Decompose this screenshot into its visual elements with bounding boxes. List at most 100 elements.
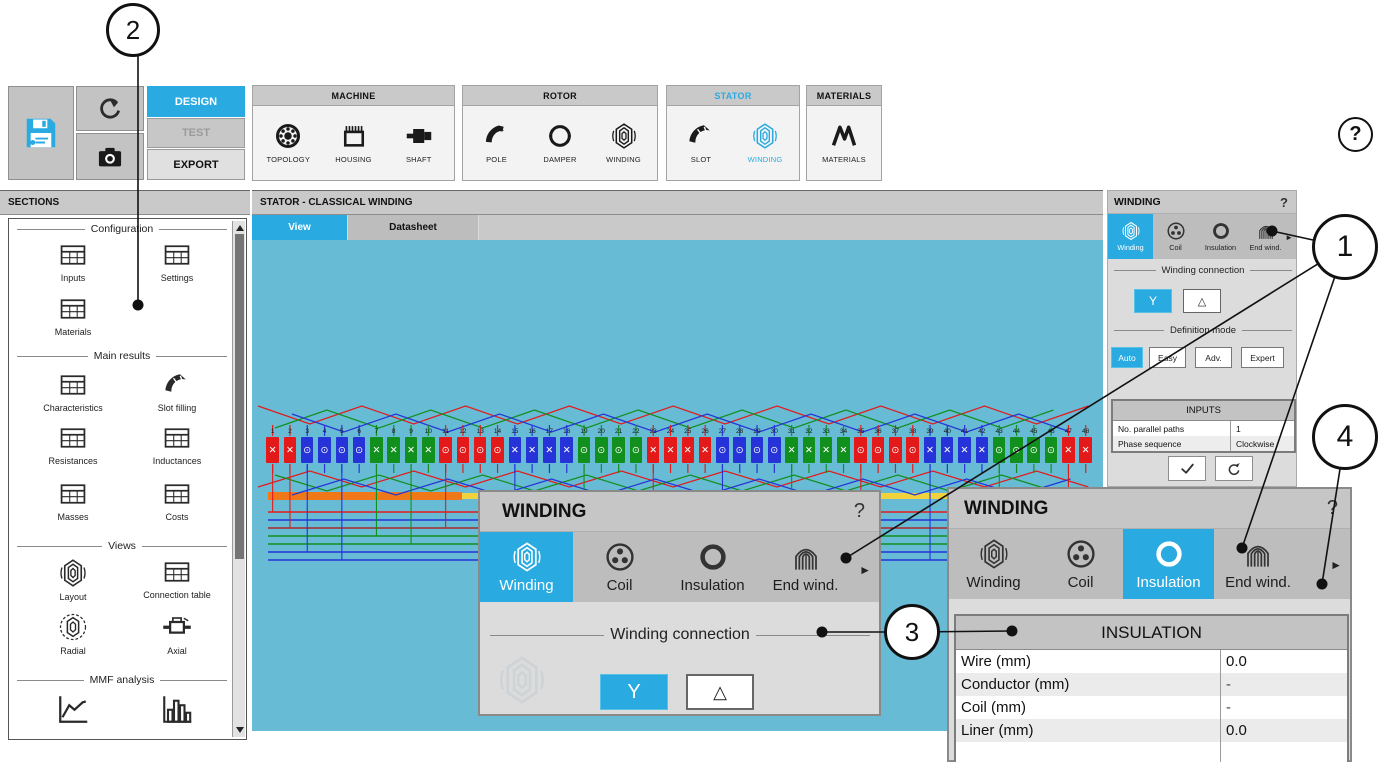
configuration-legend: Configuration: [17, 223, 227, 235]
slot: 33✕: [818, 428, 835, 463]
sidebar-item-resistances[interactable]: Resistances: [31, 424, 115, 466]
slot: 12⊙: [454, 428, 471, 463]
more-tabs-arrow-icon[interactable]: ►: [1285, 234, 1293, 242]
stator-group-title: STATOR: [667, 86, 799, 106]
mode-adv-button[interactable]: Adv.: [1195, 347, 1232, 368]
table-row: Conductor (mm) -: [956, 673, 1347, 696]
housing-button[interactable]: HOUSING: [324, 122, 384, 164]
materials-button[interactable]: MATERIALS: [814, 122, 874, 164]
export-mode-button[interactable]: EXPORT: [147, 149, 245, 180]
phase-sequence-value[interactable]: Clockwise: [1230, 436, 1294, 451]
tab-end-winding[interactable]: End wind.: [1214, 529, 1302, 599]
sidebar-item-slot-filling[interactable]: Slot filling: [135, 371, 219, 413]
definition-mode-legend: Definition mode: [1114, 325, 1292, 336]
sidebar-item-connection-table[interactable]: Connection table: [135, 558, 219, 600]
connection-delta-button[interactable]: △: [686, 674, 754, 710]
more-tabs-arrow-icon[interactable]: ►: [1330, 559, 1342, 571]
sidebar-item-characteristics[interactable]: Characteristics: [31, 371, 115, 413]
sidebar-item-mmf-bar-chart[interactable]: [135, 691, 219, 731]
sidebar-item-layout[interactable]: Layout: [31, 558, 115, 602]
tab-end-winding[interactable]: End wind.: [759, 532, 852, 602]
parallel-paths-value[interactable]: 1: [1230, 421, 1294, 436]
mode-expert-button[interactable]: Expert: [1241, 347, 1284, 368]
test-mode-button[interactable]: TEST: [147, 118, 245, 148]
design-mode-button[interactable]: DESIGN: [147, 86, 245, 117]
pole-button[interactable]: POLE: [467, 122, 527, 164]
sidebar-scrollbar[interactable]: [232, 221, 245, 737]
winding-slot-row: 1✕2✕3⊙4⊙5⊙6⊙7✕8✕9✕10✕11⊙12⊙13⊙14⊙15✕16✕1…: [264, 428, 1094, 463]
tab-insulation[interactable]: Insulation: [1123, 529, 1214, 599]
rotor-winding-button[interactable]: WINDING: [594, 122, 654, 164]
slot: 42✕: [973, 428, 990, 463]
help-button[interactable]: ?: [1338, 117, 1373, 152]
damper-button[interactable]: DAMPER: [530, 122, 590, 164]
liner-insulation-value[interactable]: 0.0: [1220, 719, 1347, 742]
line-chart-icon: [55, 691, 91, 727]
tab-winding[interactable]: Winding: [1108, 214, 1153, 259]
winding-panel: WINDING ? Winding Coil Insulation End wi…: [1107, 190, 1297, 487]
machine-group-title: MACHINE: [253, 86, 454, 106]
table-row: Coil (mm) -: [956, 696, 1347, 719]
topology-button[interactable]: TOPOLOGY: [258, 122, 318, 164]
sidebar-item-settings[interactable]: Settings: [135, 241, 219, 283]
tab-coil[interactable]: Coil: [573, 532, 666, 602]
screenshot-button[interactable]: [76, 133, 144, 180]
table-row: Phase sequence Clockwise: [1113, 436, 1294, 451]
wire-insulation-value[interactable]: 0.0: [1220, 650, 1347, 673]
sidebar-item-inputs[interactable]: Inputs: [31, 241, 115, 283]
scroll-down-icon[interactable]: [236, 727, 244, 733]
winding-icon: [1121, 221, 1141, 241]
slot: 25✕: [679, 428, 696, 463]
tab-winding[interactable]: Winding: [480, 532, 573, 602]
mode-auto-button[interactable]: Auto: [1111, 347, 1143, 368]
sidebar-item-axial[interactable]: Axial: [135, 612, 219, 656]
stator-winding-button[interactable]: WINDING: [735, 122, 795, 164]
tab-coil[interactable]: Coil: [1038, 529, 1123, 599]
scroll-up-icon[interactable]: [236, 225, 244, 231]
sidebar-item-mmf-line-chart[interactable]: [31, 691, 115, 731]
slot: 30⊙: [766, 428, 783, 463]
winding-icon: [511, 541, 543, 573]
insulation-table-title: INSULATION: [956, 616, 1347, 650]
tab-end-winding[interactable]: End wind.: [1243, 214, 1288, 259]
machine-group: MACHINE TOPOLOGY HOUSING SHAFT: [252, 85, 455, 181]
mode-easy-button[interactable]: Easy: [1149, 347, 1186, 368]
slot-button[interactable]: SLOT: [671, 122, 731, 164]
connection-y-button[interactable]: Y: [1134, 289, 1172, 313]
slot: 36⊙: [869, 428, 886, 463]
slot: 48✕: [1077, 428, 1094, 463]
sidebar-item-materials[interactable]: Materials: [31, 295, 115, 337]
tab-insulation[interactable]: Insulation: [1198, 214, 1243, 259]
connection-y-button[interactable]: Y: [600, 674, 668, 710]
coil-icon: [604, 541, 636, 573]
more-tabs-arrow-icon[interactable]: ►: [859, 564, 871, 576]
winding-icon: [58, 558, 88, 588]
apply-button[interactable]: [1168, 456, 1206, 481]
undo-button[interactable]: [76, 86, 144, 131]
slot-icon: [162, 371, 192, 399]
sidebar-item-radial[interactable]: Radial: [31, 612, 115, 656]
winding-connection-legend: Winding connection: [1114, 265, 1292, 276]
table-icon: [159, 241, 195, 269]
slot: 29⊙: [748, 428, 765, 463]
popup-help-button[interactable]: ?: [1327, 497, 1338, 520]
tab-coil[interactable]: Coil: [1153, 214, 1198, 259]
panel-help-button[interactable]: ?: [1280, 195, 1288, 210]
callout-1: 1: [1312, 214, 1378, 280]
shaft-button[interactable]: SHAFT: [389, 122, 449, 164]
sidebar-item-masses[interactable]: Masses: [31, 480, 115, 522]
connection-delta-button[interactable]: △: [1183, 289, 1221, 313]
tab-view[interactable]: View: [252, 215, 348, 240]
tab-insulation[interactable]: Insulation: [666, 532, 759, 602]
insulation-icon: [1211, 221, 1231, 241]
reset-button[interactable]: [1215, 456, 1253, 481]
tab-winding[interactable]: Winding: [949, 529, 1038, 599]
popup-help-button[interactable]: ?: [854, 500, 865, 523]
sidebar-item-inductances[interactable]: Inductances: [135, 424, 219, 466]
scrollbar-thumb[interactable]: [235, 234, 244, 559]
shaft-icon: [405, 122, 433, 150]
sidebar-item-costs[interactable]: Costs: [135, 480, 219, 522]
save-button[interactable]: [8, 86, 74, 180]
insulation-icon: [697, 541, 729, 573]
tab-datasheet[interactable]: Datasheet: [348, 215, 479, 240]
